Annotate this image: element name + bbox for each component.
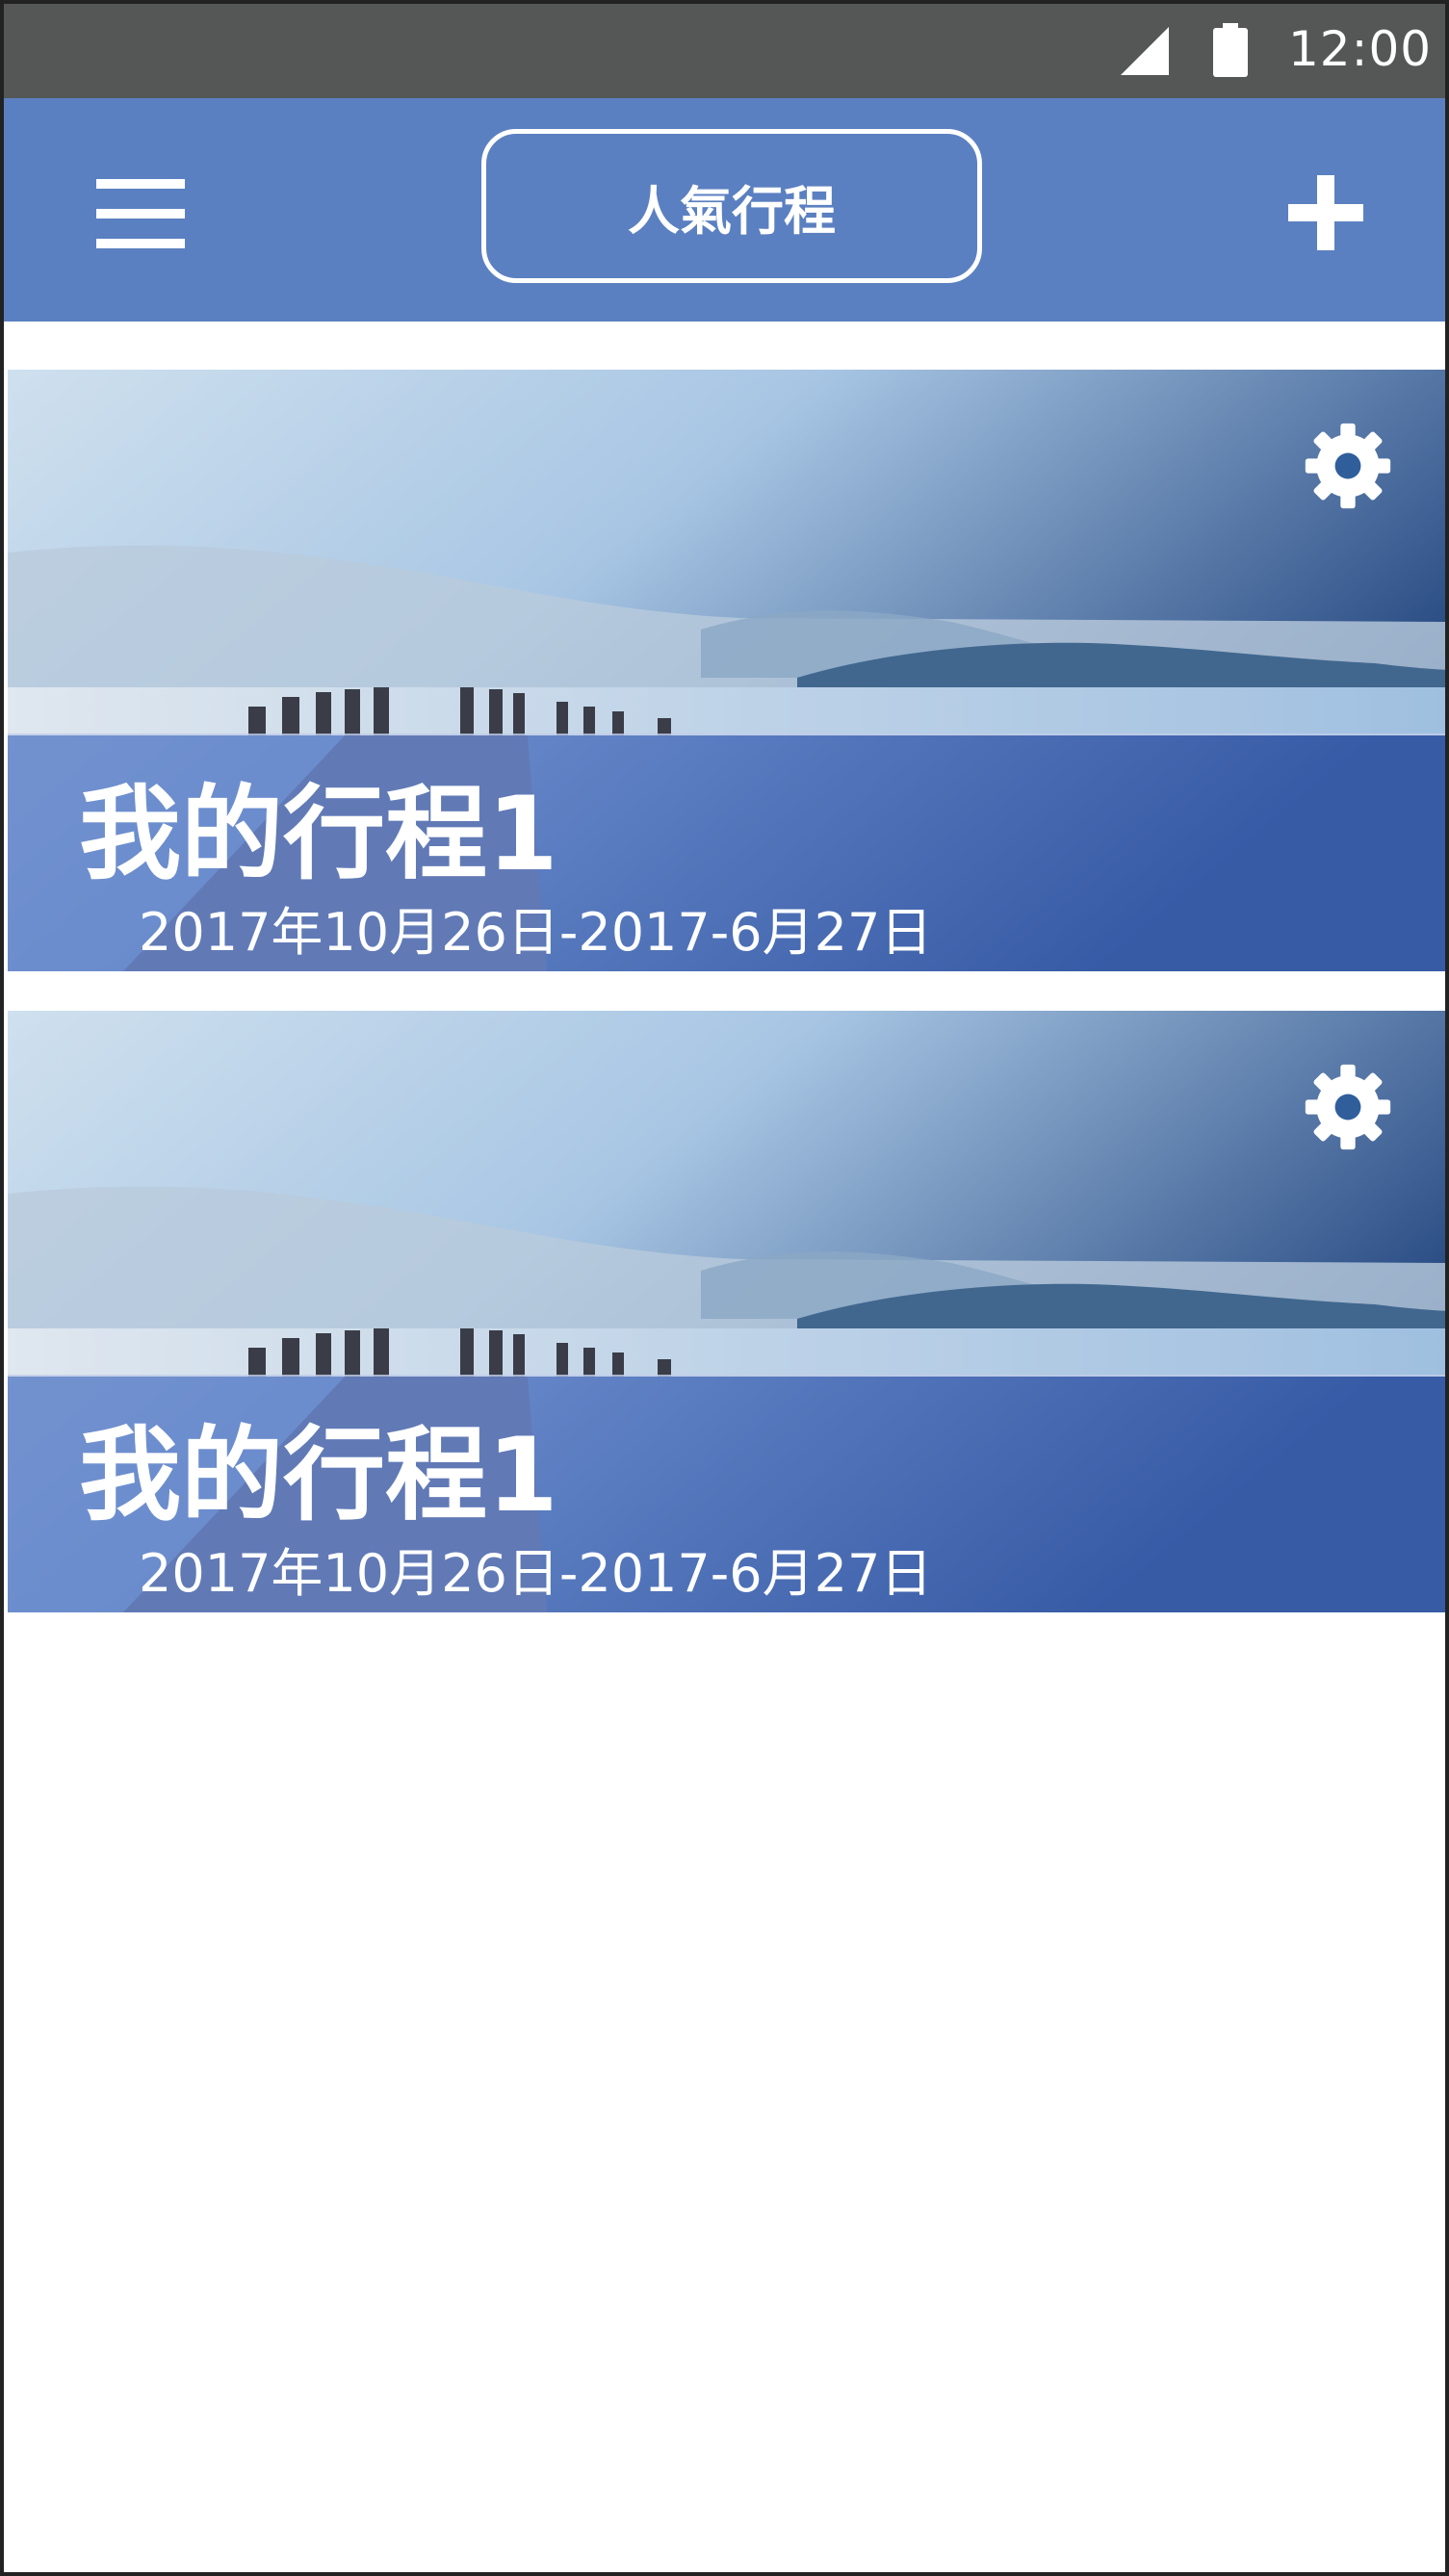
status-time: 12:00 [1288, 21, 1433, 77]
battery-icon [1213, 23, 1248, 77]
app-title: 人氣行程 [628, 180, 836, 242]
trip-card[interactable]: 我的行程1 2017年10月26日-2017-6月27日 [8, 370, 1445, 971]
trip-title: 我的行程1 [79, 1416, 558, 1534]
app-bar: 人氣行程 [4, 98, 1445, 322]
card-caption: 我的行程1 2017年10月26日-2017-6月27日 [8, 1375, 1445, 1612]
plus-icon[interactable] [1288, 175, 1363, 250]
hamburger-menu-icon[interactable] [96, 179, 185, 248]
trip-title: 我的行程1 [79, 775, 558, 893]
app-title-button[interactable]: 人氣行程 [481, 129, 982, 283]
trip-card[interactable]: 我的行程1 2017年10月26日-2017-6月27日 [8, 1011, 1445, 1612]
gear-icon[interactable] [1302, 420, 1394, 512]
status-bar: 12:00 [4, 4, 1445, 98]
card-caption: 我的行程1 2017年10月26日-2017-6月27日 [8, 734, 1445, 971]
gear-icon[interactable] [1302, 1061, 1394, 1153]
cellular-signal-icon [1121, 27, 1169, 75]
trip-dates: 2017年10月26日-2017-6月27日 [139, 1543, 933, 1604]
phone-screen: 12:00 人氣行程 我的行程1 2017年10月26日-2017-6月27日 … [0, 0, 1449, 2576]
trip-dates: 2017年10月26日-2017-6月27日 [139, 902, 933, 963]
